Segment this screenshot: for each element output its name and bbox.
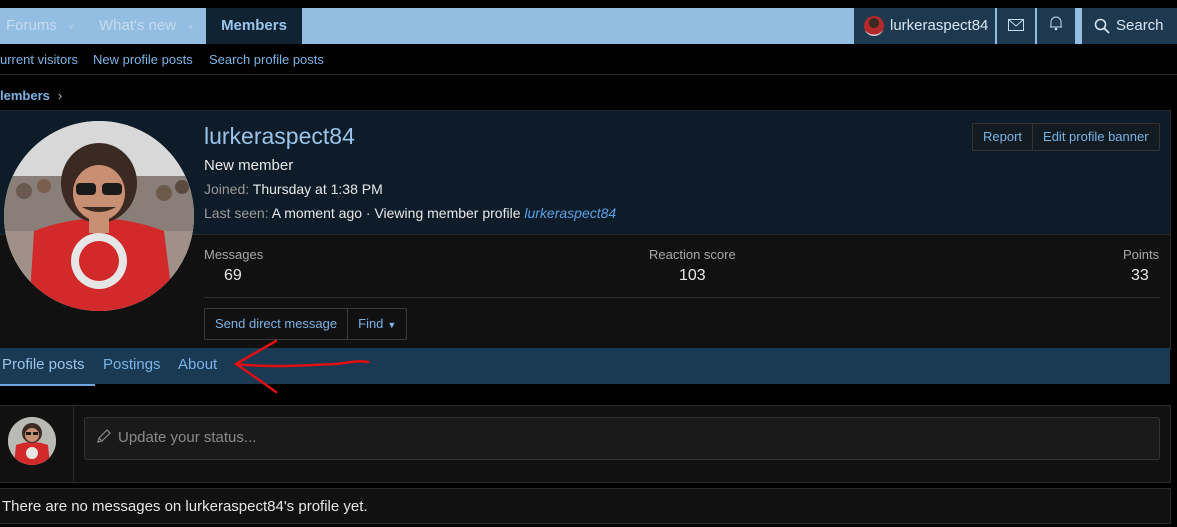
- last-seen-label: Last seen:: [204, 205, 269, 221]
- member-actions: Send direct message Find ▼: [204, 308, 408, 340]
- reaction-score-label: Reaction score: [649, 247, 736, 262]
- new-profile-posts-link[interactable]: New profile posts: [93, 52, 193, 67]
- bell-icon[interactable]: [1037, 8, 1075, 44]
- nav-whats-new-label: What's new: [99, 17, 177, 34]
- account-username: lurkeraspect84: [890, 17, 989, 34]
- pencil-icon: [97, 429, 111, 447]
- search-label: Search: [1116, 17, 1164, 34]
- report-button[interactable]: Report: [973, 124, 1032, 150]
- status-update-block: Update your status...: [0, 405, 1171, 483]
- breadcrumb-members[interactable]: lembers: [0, 88, 50, 103]
- nav-whats-new[interactable]: What's new ▼: [93, 8, 201, 44]
- status-placeholder: Update your status...: [118, 429, 257, 446]
- chevron-right-icon: ›: [57, 88, 63, 103]
- no-messages-text: There are no messages on lurkeraspect84'…: [2, 498, 368, 515]
- chevron-down-icon[interactable]: ▼: [67, 22, 76, 32]
- tab-postings[interactable]: Postings: [103, 348, 161, 384]
- search-icon: [1094, 8, 1110, 44]
- avatar: [864, 16, 884, 36]
- points-value[interactable]: 33: [1131, 267, 1149, 285]
- profile-actions: Report Edit profile banner: [972, 123, 1160, 151]
- joined-label: Joined:: [204, 181, 250, 197]
- profile-username: lurkeraspect84: [204, 123, 355, 149]
- no-messages-notice: There are no messages on lurkeraspect84'…: [0, 488, 1171, 524]
- status-input[interactable]: Update your status...: [84, 417, 1160, 460]
- messages-value[interactable]: 69: [224, 267, 242, 285]
- status-avatar-column: [0, 406, 74, 482]
- top-navigation: Forums ▼ What's new ▼ Members lurkeraspect…: [0, 8, 1177, 44]
- tab-about[interactable]: About: [178, 348, 217, 384]
- nav-members[interactable]: Members: [206, 8, 302, 44]
- last-seen-value: A moment ago · Viewing member profile: [271, 205, 521, 221]
- messages-label: Messages: [204, 247, 264, 262]
- nav-forums-label: Forums: [6, 17, 57, 34]
- points-label: Points: [1123, 247, 1160, 262]
- joined-value: Thursday at 1:38 PM: [252, 181, 383, 197]
- chevron-down-icon[interactable]: ▼: [186, 22, 195, 32]
- account-menu[interactable]: lurkeraspect84: [854, 8, 995, 44]
- last-seen-info: Last seen: A moment ago · Viewing member…: [204, 205, 616, 221]
- find-label: Find: [358, 316, 384, 331]
- user-title: New member: [204, 157, 294, 174]
- joined-info: Joined: Thursday at 1:38 PM: [204, 181, 383, 197]
- search-profile-posts-link[interactable]: Search profile posts: [209, 52, 324, 67]
- find-button[interactable]: Find ▼: [348, 309, 406, 339]
- current-visitors-link[interactable]: urrent visitors: [0, 52, 78, 67]
- reaction-score-value[interactable]: 103: [679, 267, 706, 285]
- profile-stats: Messages 69 Reaction score 103 Points 33: [204, 247, 1160, 298]
- sub-navigation: urrent visitors New profile posts Search…: [0, 44, 1177, 75]
- avatar[interactable]: [8, 417, 56, 465]
- profile-avatar[interactable]: [4, 121, 194, 311]
- send-direct-message-button[interactable]: Send direct message: [205, 309, 347, 339]
- last-seen-profile-link[interactable]: lurkeraspect84: [524, 205, 616, 221]
- breadcrumb: lembers ›: [0, 88, 62, 103]
- caret-down-icon: ▼: [387, 320, 397, 330]
- profile-tabs: Profile posts Postings About: [0, 348, 1170, 386]
- nav-forums[interactable]: Forums ▼: [0, 8, 82, 44]
- annotation-arrow-icon: [233, 339, 370, 394]
- inbox-icon[interactable]: [997, 8, 1035, 44]
- search-button[interactable]: Search: [1082, 8, 1177, 44]
- tab-profile-posts[interactable]: Profile posts: [0, 348, 95, 386]
- profile-card: lurkeraspect84 New member Joined: Thursd…: [0, 110, 1171, 350]
- edit-profile-banner-button[interactable]: Edit profile banner: [1033, 124, 1159, 150]
